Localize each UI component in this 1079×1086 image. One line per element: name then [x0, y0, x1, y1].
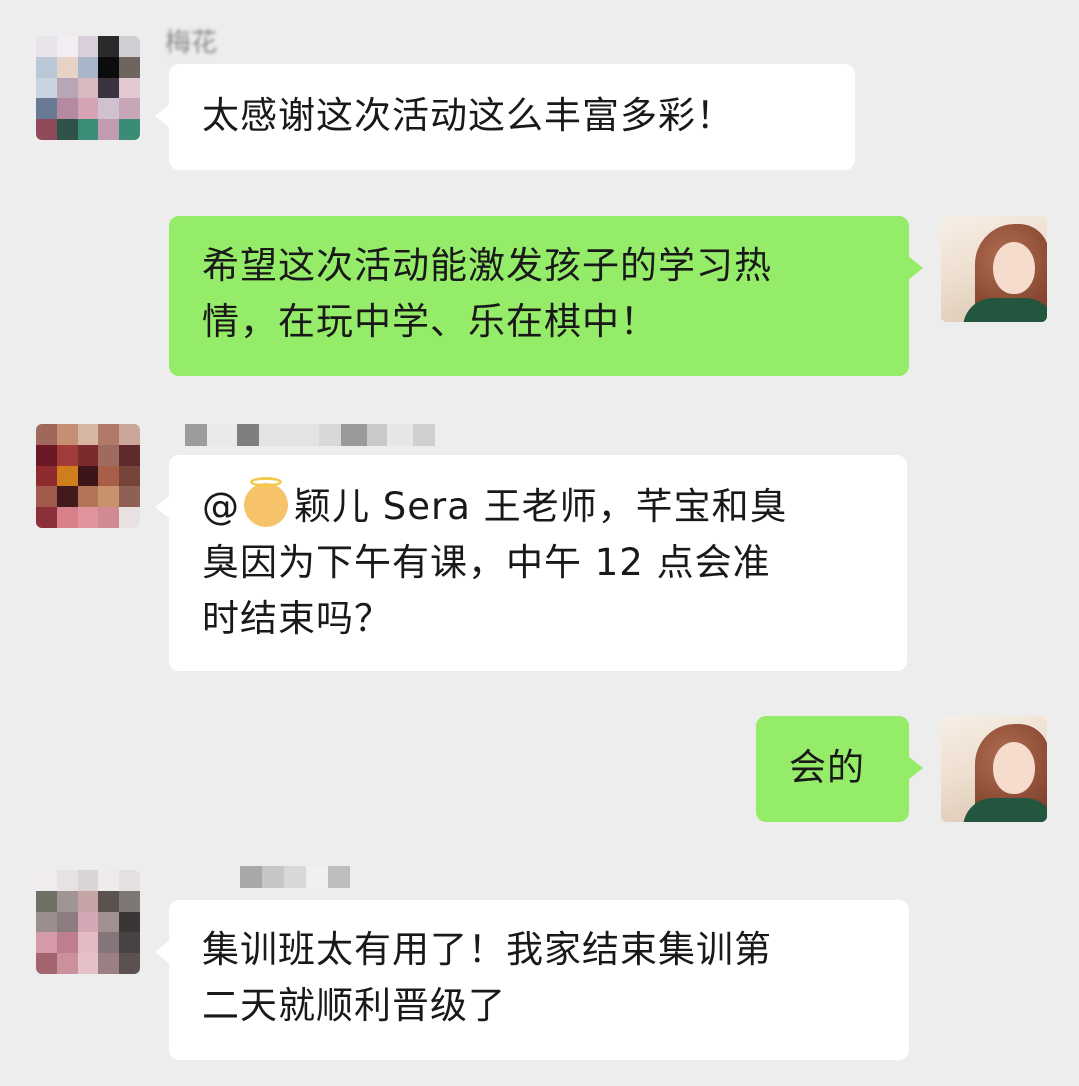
avatar-self-2[interactable]: [941, 716, 1047, 822]
sender-name-text: 梅花: [165, 28, 218, 58]
mention-symbol: @: [202, 485, 240, 528]
message-text-line-1: 希望这次活动能激发孩子的学习热: [202, 244, 772, 287]
message-text-line-2: 二天就顺利晋级了: [202, 984, 506, 1027]
message-text-line-1: 集训班太有用了！我家结束集训第: [202, 928, 772, 971]
message-text-line-1: @ 颖儿 Sera 王老师，芊宝和臭: [202, 477, 877, 535]
message-bubble-4[interactable]: 会的: [756, 716, 923, 822]
avatar-sender-3[interactable]: [36, 424, 140, 528]
message-text: 会的: [789, 746, 865, 789]
message-text-line-3: 时结束吗？: [202, 597, 392, 640]
message-text: 太感谢这次活动这么丰富多彩！: [202, 94, 734, 137]
mention-name-text: 颖儿 Sera 王老师，芊宝和臭: [294, 485, 788, 528]
message-bubble-1[interactable]: 太感谢这次活动这么丰富多彩！: [155, 64, 855, 170]
message-bubble-2[interactable]: 希望这次活动能激发孩子的学习热 情，在玩中学、乐在棋中！: [169, 216, 923, 376]
avatar-sender-5[interactable]: [36, 870, 140, 974]
sender-name-3: [185, 424, 435, 454]
message-bubble-3[interactable]: @ 颖儿 Sera 王老师，芊宝和臭 臭因为下午有课，中午 12 点会准 时结束吗…: [155, 455, 907, 671]
sender-name-5: [240, 866, 350, 896]
avatar-self-1[interactable]: [941, 216, 1047, 322]
message-bubble-5[interactable]: 集训班太有用了！我家结束集训第 二天就顺利晋级了: [155, 900, 909, 1060]
baby-angel-emoji-icon: [244, 477, 288, 527]
message-text-line-2: 情，在玩中学、乐在棋中！: [202, 300, 658, 343]
sender-name-1: 梅花: [165, 28, 217, 58]
message-text-line-2: 臭因为下午有课，中午 12 点会准: [202, 541, 771, 584]
avatar-sender-1[interactable]: [36, 36, 140, 140]
